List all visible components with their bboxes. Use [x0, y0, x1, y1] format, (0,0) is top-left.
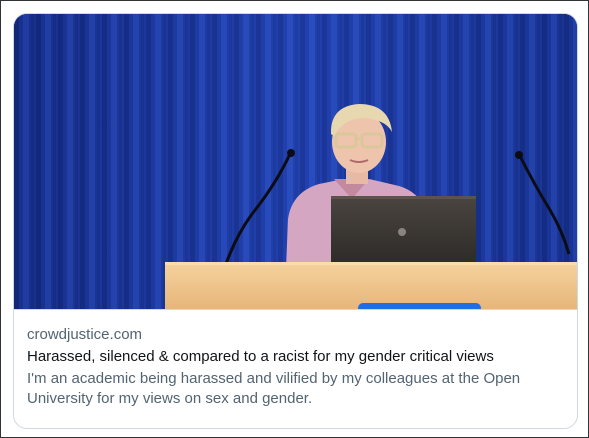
lectern	[165, 262, 577, 309]
hp-logo-icon	[398, 228, 406, 236]
link-preview-card[interactable]: crowdjustice.com Harassed, silenced & co…	[13, 13, 578, 429]
link-description: I'm an academic being harassed and vilif…	[27, 370, 521, 407]
link-domain: crowdjustice.com	[27, 326, 143, 343]
link-preview-image[interactable]	[14, 14, 577, 310]
link-preview-meta[interactable]: crowdjustice.com Harassed, silenced & co…	[27, 325, 567, 409]
link-title: Harassed, silenced & compared to a racis…	[27, 348, 494, 365]
screenshot-frame: crowdjustice.com Harassed, silenced & co…	[0, 0, 589, 438]
